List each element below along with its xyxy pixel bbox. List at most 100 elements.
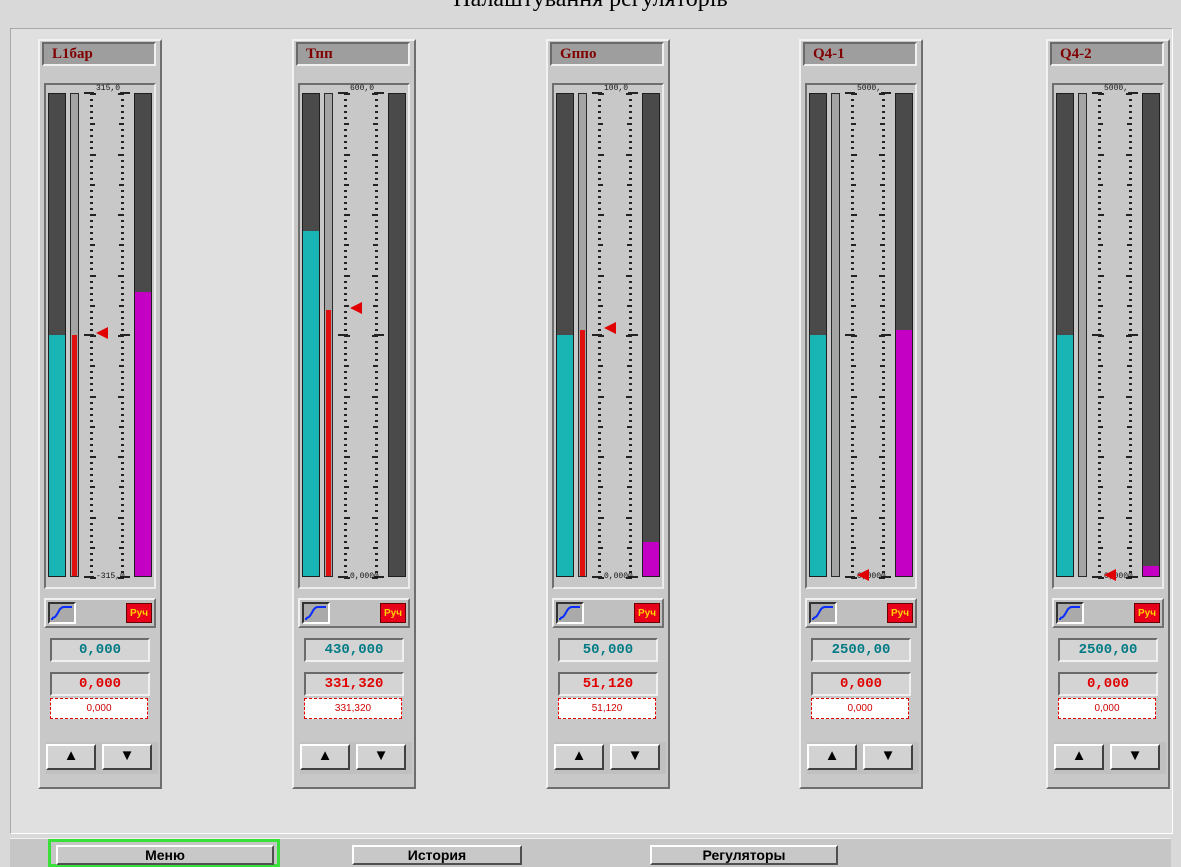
scale-tick	[629, 444, 632, 446]
scale-tick	[879, 214, 885, 216]
scale-tick	[629, 190, 632, 192]
scale-major-tick	[1092, 334, 1102, 336]
scale-tick	[1129, 317, 1132, 319]
control-row: Руч	[298, 598, 410, 628]
arrow-up-button[interactable]: ▲	[807, 744, 857, 770]
scale-tick	[598, 154, 604, 156]
menu-button[interactable]: Меню	[56, 845, 274, 865]
scale-tick	[344, 444, 347, 446]
value-input[interactable]: 51,120	[558, 698, 656, 719]
history-button[interactable]: История	[352, 845, 522, 865]
trend-icon[interactable]	[809, 602, 837, 624]
manual-mode-button[interactable]: Руч	[1134, 603, 1160, 623]
scale-tick	[882, 420, 885, 422]
scale-tick	[882, 160, 885, 162]
scale-tick	[1098, 347, 1101, 349]
scale-tick	[598, 238, 601, 240]
scale-tick	[598, 214, 604, 216]
scale-tick	[90, 117, 93, 119]
scale-tick	[90, 498, 93, 500]
scale-tick	[121, 256, 124, 258]
scale-tick	[1098, 166, 1101, 168]
pv-bar	[809, 93, 827, 577]
arrow-down-button[interactable]: ▼	[610, 744, 660, 770]
manual-mode-button[interactable]: Руч	[634, 603, 660, 623]
scale-tick	[598, 135, 601, 137]
trend-icon[interactable]	[556, 602, 584, 624]
scale-tick	[90, 299, 93, 301]
setpoint-marker-icon[interactable]	[857, 569, 869, 581]
scale-tick	[121, 450, 124, 452]
scale-tick	[598, 99, 601, 101]
scale-tick	[1098, 293, 1101, 295]
arrow-up-button[interactable]: ▲	[300, 744, 350, 770]
scale-tick	[90, 147, 93, 149]
scale-tick	[851, 444, 854, 446]
scale-tick	[90, 347, 93, 349]
scale-tick	[90, 565, 93, 567]
trend-icon[interactable]	[1056, 602, 1084, 624]
scale-tick	[375, 311, 378, 313]
scale-tick	[375, 147, 378, 149]
value-input[interactable]: 0,000	[50, 698, 148, 719]
scale-tick	[1127, 184, 1132, 186]
setpoint-marker-icon[interactable]	[350, 301, 362, 314]
scale-tick	[344, 402, 347, 404]
scale-tick	[1127, 426, 1132, 428]
manual-mode-button[interactable]: Руч	[126, 603, 152, 623]
scale-tick	[851, 408, 854, 410]
scale-max-label: 315,0	[96, 84, 121, 93]
value-input[interactable]: 331,320	[304, 698, 402, 719]
scale-tick	[882, 402, 885, 404]
arrow-down-button[interactable]: ▼	[863, 744, 913, 770]
arrow-up-button[interactable]: ▲	[554, 744, 604, 770]
scale-tick	[375, 559, 378, 561]
scale-tick	[882, 226, 885, 228]
value-input[interactable]: 0,000	[1058, 698, 1156, 719]
scale-major-tick	[338, 92, 348, 94]
setpoint-marker-icon[interactable]	[96, 327, 108, 339]
arrow-down-button[interactable]: ▼	[1110, 744, 1160, 770]
scale-tick	[90, 444, 93, 446]
scale-tick	[598, 450, 601, 452]
scale-tick	[375, 129, 378, 131]
scale-tick	[882, 105, 885, 107]
output-bar-fill	[896, 330, 912, 576]
scale-tick	[1098, 190, 1101, 192]
trend-icon[interactable]	[48, 602, 76, 624]
scale-tick	[629, 268, 632, 270]
regulators-button[interactable]: Регуляторы	[650, 845, 838, 865]
arrow-down-button[interactable]: ▼	[102, 744, 152, 770]
scale-tick	[121, 432, 124, 434]
regulator-name: Gппо	[550, 42, 664, 66]
manual-mode-button[interactable]: Руч	[887, 603, 913, 623]
scale-tick	[851, 117, 854, 119]
scale-tick	[629, 432, 632, 434]
scale-tick	[344, 377, 347, 379]
process-value: 331,320	[304, 672, 404, 696]
scale-tick	[372, 396, 378, 398]
scale-tick	[344, 486, 349, 488]
scale-tick	[90, 154, 96, 156]
setpoint-marker-icon[interactable]	[1104, 569, 1116, 581]
scale-tick	[344, 238, 347, 240]
scale-tick	[627, 426, 632, 428]
trend-icon[interactable]	[302, 602, 330, 624]
setpoint-marker-icon[interactable]	[604, 321, 616, 334]
arrow-up-button[interactable]: ▲	[1054, 744, 1104, 770]
manual-mode-button[interactable]: Руч	[380, 603, 406, 623]
scale-tick	[882, 268, 885, 270]
arrow-down-button[interactable]: ▼	[356, 744, 406, 770]
scale-tick	[344, 178, 347, 180]
scale-tick	[375, 498, 378, 500]
scale-tick	[90, 480, 93, 482]
arrow-up-button[interactable]: ▲	[46, 744, 96, 770]
scale-tick	[851, 256, 854, 258]
scale-tick	[121, 117, 124, 119]
setpoint-value: 0,000	[50, 638, 150, 662]
value-input[interactable]: 0,000	[811, 698, 909, 719]
scale-tick	[373, 244, 378, 246]
scale-tick	[598, 492, 601, 494]
process-value: 0,000	[811, 672, 911, 696]
scale-tick	[851, 456, 857, 458]
